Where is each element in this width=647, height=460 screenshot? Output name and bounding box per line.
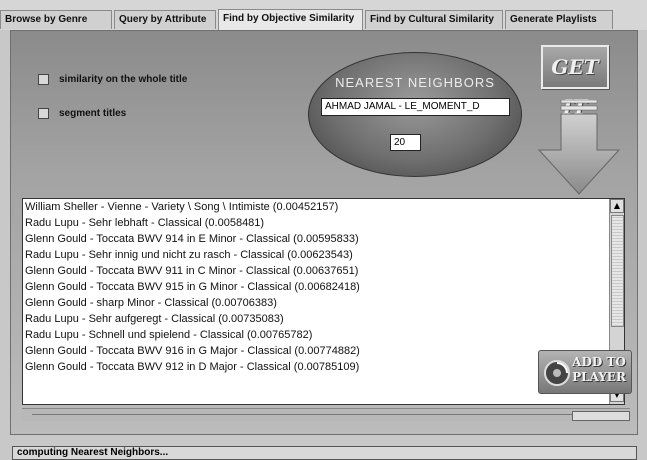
segment-titles-label: segment titles [59,108,127,119]
list-item[interactable]: Glenn Gould - Toccata BWV 915 in G Minor… [23,279,624,295]
tab-find-by-cultural-similarity[interactable]: Find by Cultural Similarity [365,10,503,29]
horizontal-scroll-thumb[interactable] [572,411,630,421]
query-title-input[interactable]: AHMAD JAMAL - LE_MOMENT_D [321,98,510,116]
list-item[interactable]: William Sheller - Vienne - Variety \ Son… [23,199,624,215]
horizontal-scrollbar[interactable] [22,408,630,421]
get-it-button[interactable]: GET IT [541,45,609,119]
whole-title-label: similarity on the whole title [59,74,188,85]
add-to-player-line2: PLAYER [572,370,626,384]
list-item[interactable]: Glenn Gould - Toccata BWV 914 in E Minor… [23,231,624,247]
list-item[interactable]: Radu Lupu - Schnell und spielend - Class… [23,327,624,343]
segment-titles-checkbox[interactable] [38,108,49,119]
scrollbar-thumb[interactable] [611,215,624,327]
tab-bar: Browse by Genre Query by Attribute Find … [0,0,647,30]
tab-browse-by-genre[interactable]: Browse by Genre [0,10,112,29]
list-item[interactable]: Glenn Gould - Toccata BWV 912 in D Major… [23,359,624,375]
tab-find-by-objective-similarity[interactable]: Find by Objective Similarity [218,9,363,30]
scroll-up-icon[interactable]: ▲ [610,199,624,213]
add-to-player-line1: ADD TO [572,355,626,369]
neighbor-count-input[interactable]: 20 [390,134,421,151]
list-item[interactable]: Glenn Gould - Toccata BWV 911 in C Minor… [23,263,624,279]
whole-title-checkbox[interactable] [38,74,49,85]
nearest-neighbors-title: NEAREST NEIGHBORS [335,75,495,90]
list-item[interactable]: Radu Lupu - Sehr aufgeregt - Classical (… [23,311,624,327]
list-item[interactable]: Radu Lupu - Sehr innig und nicht zu rasc… [23,247,624,263]
add-to-player-button[interactable]: ADD TO PLAYER [538,350,632,394]
status-bar: computing Nearest Neighbors... [12,446,637,460]
list-item[interactable]: Glenn Gould - sharp Minor - Classical (0… [23,295,624,311]
disc-icon [544,360,570,386]
list-item[interactable]: Radu Lupu - Sehr lebhaft - Classical (0.… [23,215,624,231]
segment-titles-option[interactable]: segment titles [38,108,126,119]
list-item[interactable]: Glenn Gould - Toccata BWV 916 in G Major… [23,343,624,359]
tab-query-by-attribute[interactable]: Query by Attribute [114,10,216,29]
whole-title-option[interactable]: similarity on the whole title [38,74,187,85]
scroll-track-line [32,414,572,415]
tab-generate-playlists[interactable]: Generate Playlists [505,10,613,29]
add-to-player-label: ADD TO PLAYER [569,355,629,385]
results-list[interactable]: William Sheller - Vienne - Variety \ Son… [22,198,625,405]
down-arrow-icon [537,100,621,195]
